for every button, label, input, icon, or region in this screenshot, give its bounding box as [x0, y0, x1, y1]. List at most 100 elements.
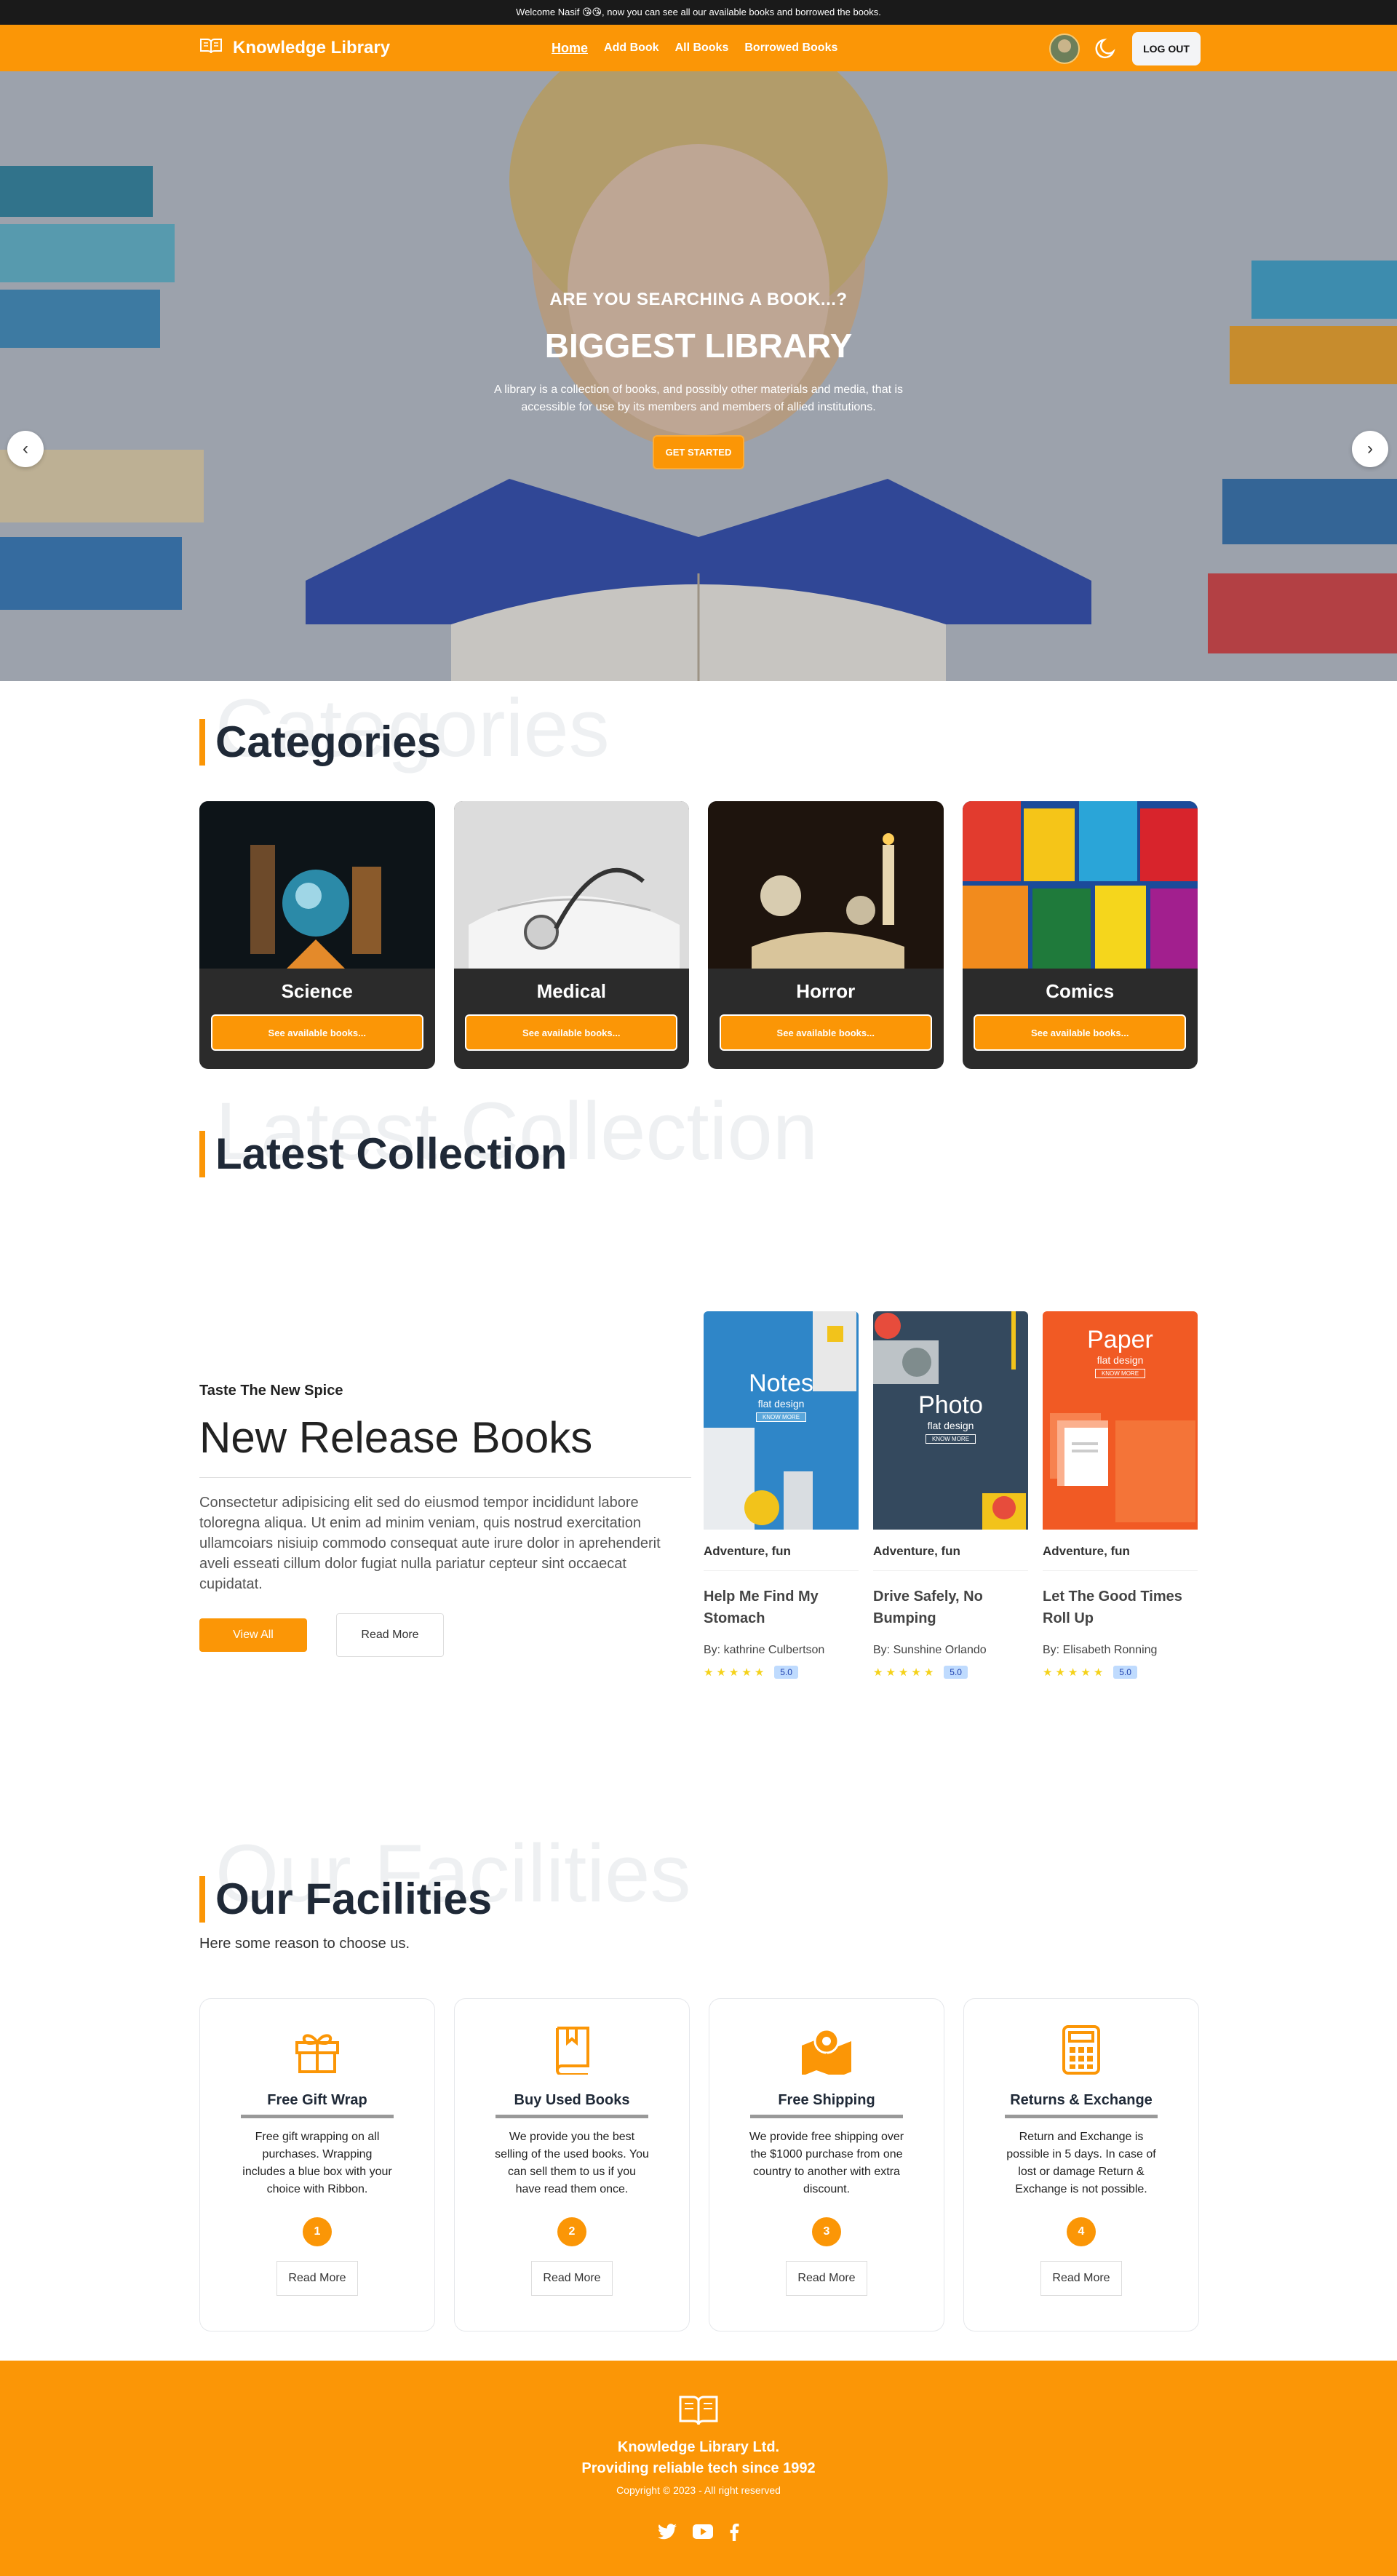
facility-read-more-button[interactable]: Read More [1040, 2261, 1122, 2296]
facility-card: Free Gift Wrap Free gift wrapping on all… [199, 1998, 435, 2331]
view-all-button[interactable]: View All [199, 1618, 307, 1652]
categories-title: Categories [199, 719, 441, 766]
social-links [0, 2524, 1397, 2545]
map-pin-icon [709, 2021, 944, 2079]
star-icon: ★ [728, 1666, 739, 1679]
nav-all-books[interactable]: All Books [675, 41, 729, 55]
category-card[interactable]: Horror See available books... [708, 801, 944, 1069]
facility-read-more-button[interactable]: Read More [786, 2261, 867, 2296]
book-rating: ★ ★ ★ ★ ★ 5.0 [1043, 1666, 1198, 1679]
star-icon: ★ [898, 1666, 909, 1679]
book-cover[interactable]: Paper flat design KNOW MORE [1043, 1311, 1198, 1530]
cover-title: Photo [918, 1391, 983, 1419]
star-icon: ★ [1043, 1666, 1053, 1679]
cover-badge: KNOW MORE [755, 1412, 807, 1422]
star-icon: ★ [1067, 1666, 1078, 1679]
footer: Knowledge Library Ltd. Providing reliabl… [0, 2361, 1397, 2576]
calculator-icon [964, 2021, 1198, 2079]
star-icon: ★ [716, 1666, 726, 1679]
rating-badge: 5.0 [774, 1666, 798, 1679]
rating-badge: 5.0 [1113, 1666, 1137, 1679]
get-started-button[interactable]: GET STARTED [652, 435, 745, 469]
book-author: By: kathrine Culbertson [704, 1644, 825, 1656]
book-genre: Adventure, fun [873, 1544, 1028, 1571]
facility-card: Returns & Exchange Return and Exchange i… [963, 1998, 1199, 2331]
category-name: Comics [1046, 980, 1115, 1002]
facility-read-more-button[interactable]: Read More [276, 2261, 358, 2296]
facility-title: Returns & Exchange [1005, 2092, 1158, 2118]
category-card[interactable]: Comics See available books... [962, 801, 1198, 1069]
facilities-subtitle: Here some reason to choose us. [199, 1936, 410, 1952]
see-books-button[interactable]: See available books... [974, 1014, 1187, 1051]
twitter-icon[interactable] [658, 2524, 677, 2545]
new-release-description: Consectetur adipisicing elit sed do eius… [199, 1495, 661, 1592]
footer-company: Knowledge Library Ltd. [617, 2439, 780, 2455]
facility-text: Return and Exchange is possible in 5 day… [1006, 2131, 1156, 2195]
star-icon: ★ [923, 1666, 934, 1679]
cover-title: Notes [749, 1370, 813, 1397]
facilities-title: Our Facilities [199, 1876, 492, 1923]
star-icon: ★ [741, 1666, 752, 1679]
nav-home[interactable]: Home [552, 41, 588, 56]
chevron-left-icon: ‹ [23, 439, 28, 458]
book-title[interactable]: Help Me Find My Stomach [704, 1586, 859, 1632]
book-title[interactable]: Let The Good Times Roll Up [1043, 1586, 1198, 1632]
facility-text: We provide you the best selling of the u… [495, 2131, 649, 2195]
carousel-next-button[interactable]: › [1352, 431, 1388, 467]
book-rating: ★ ★ ★ ★ ★ 5.0 [704, 1666, 859, 1679]
gift-icon [200, 2021, 434, 2079]
book-title[interactable]: Drive Safely, No Bumping [873, 1586, 1028, 1632]
logout-button[interactable]: LOG OUT [1132, 32, 1201, 65]
moon-icon[interactable] [1091, 34, 1121, 63]
facility-title: Free Gift Wrap [241, 2092, 394, 2118]
star-icon: ★ [704, 1666, 714, 1679]
book-cover[interactable]: Photo flat design KNOW MORE [873, 1311, 1028, 1530]
facility-cards: Free Gift Wrap Free gift wrapping on all… [199, 1998, 1199, 2331]
carousel-prev-button[interactable]: ‹ [7, 431, 44, 467]
footer-tagline: Providing reliable tech since 1992 [581, 2460, 816, 2476]
categories-header: Categories Categories [0, 681, 1397, 783]
chevron-right-icon: › [1367, 439, 1373, 458]
facility-card: Free Shipping We provide free shipping o… [709, 1998, 944, 2331]
new-release-heading: New Release Books [199, 1412, 691, 1478]
hero-banner: ARE YOU SEARCHING A BOOK...? BIGGEST LIB… [0, 71, 1397, 681]
star-icon: ★ [754, 1666, 765, 1679]
facility-number: 3 [812, 2217, 841, 2246]
nav-borrowed-books[interactable]: Borrowed Books [744, 41, 837, 55]
welcome-bar: Welcome Nasif 😘😘, now you can see all ou… [0, 0, 1397, 25]
hero-content: ARE YOU SEARCHING A BOOK...? BIGGEST LIB… [0, 290, 1397, 469]
read-more-button[interactable]: Read More [336, 1613, 444, 1657]
youtube-icon[interactable] [693, 2524, 713, 2545]
cover-badge: KNOW MORE [925, 1434, 976, 1444]
latest-header: Latest Collection Latest Collection [0, 1084, 1397, 1186]
book-card[interactable]: Photo flat design KNOW MORE Adventure, f… [873, 1311, 1028, 1679]
facility-title: Buy Used Books [495, 2092, 648, 2118]
star-icon: ★ [873, 1666, 883, 1679]
nav-add-book[interactable]: Add Book [604, 41, 659, 55]
cover-subtitle: flat design [1096, 1354, 1144, 1366]
brand[interactable]: Knowledge Library [199, 25, 390, 71]
book-cover[interactable]: Notes flat design KNOW MORE [704, 1311, 859, 1530]
book-card[interactable]: Paper flat design KNOW MORE Adventure, f… [1043, 1311, 1198, 1679]
see-books-button[interactable]: See available books... [719, 1014, 932, 1051]
cover-subtitle: flat design [927, 1420, 974, 1431]
book-card[interactable]: Notes flat design KNOW MORE Adventure, f… [704, 1311, 859, 1679]
see-books-button[interactable]: See available books... [210, 1014, 423, 1051]
nav-links: Home Add Book All Books Borrowed Books [552, 25, 837, 71]
hero-title: BIGGEST LIBRARY [544, 327, 853, 365]
facility-title: Free Shipping [750, 2092, 903, 2118]
user-avatar[interactable] [1049, 33, 1080, 64]
category-card[interactable]: Medical See available books... [453, 801, 689, 1069]
rating-badge: 5.0 [944, 1666, 968, 1679]
category-name: Horror [796, 980, 856, 1002]
facebook-icon[interactable] [729, 2524, 739, 2545]
facility-read-more-button[interactable]: Read More [531, 2261, 613, 2296]
category-name: Medical [536, 980, 606, 1002]
cover-badge: KNOW MORE [1094, 1369, 1146, 1378]
category-card[interactable]: Science See available books... [199, 801, 435, 1069]
cover-subtitle: flat design [757, 1398, 805, 1410]
new-release-subtitle: Taste The New Spice [199, 1383, 343, 1399]
facility-text: Free gift wrapping on all purchases. Wra… [242, 2131, 392, 2195]
category-name: Science [281, 980, 353, 1002]
see-books-button[interactable]: See available books... [465, 1014, 678, 1051]
